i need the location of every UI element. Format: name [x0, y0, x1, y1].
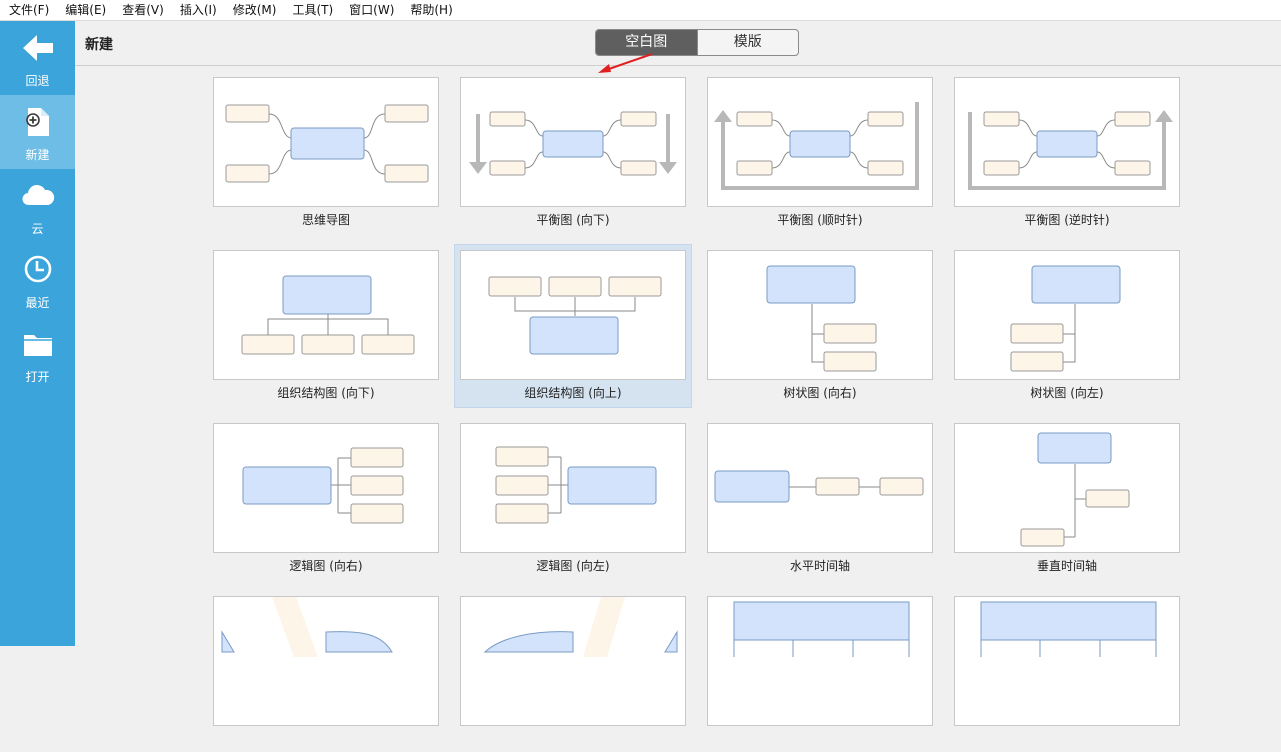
template-thumbnail: [460, 423, 686, 553]
header: 新建 空白图 模版: [75, 21, 1281, 66]
template-thumbnail: [707, 596, 933, 726]
menu-insert[interactable]: 插入(I): [171, 0, 224, 20]
template-thumbnail: [460, 596, 686, 726]
menu-tools[interactable]: 工具(T): [283, 0, 340, 20]
template-label: 水平时间轴: [789, 559, 850, 573]
template-card-mindmap[interactable]: 思维导图: [213, 77, 439, 233]
menu-view[interactable]: 查看(V): [113, 0, 171, 20]
template-label: 树状图 (向左): [1030, 386, 1104, 400]
template-card-logic-right[interactable]: 逻辑图 (向右): [213, 423, 439, 579]
sidebar-item-back[interactable]: 回退: [0, 21, 75, 95]
template-card-balance-down[interactable]: 平衡图 (向下): [460, 77, 686, 233]
template-card-matrix-a[interactable]: [707, 596, 933, 752]
template-card-org-down[interactable]: 组织结构图 (向下): [213, 250, 439, 406]
back-arrow-icon: [23, 35, 53, 61]
template-thumbnail: [707, 423, 933, 553]
template-card-tree-right[interactable]: 树状图 (向右): [707, 250, 933, 406]
template-label: 组织结构图 (向上): [524, 386, 622, 400]
template-label: 垂直时间轴: [1036, 559, 1097, 573]
annotation-arrow-icon: [598, 53, 653, 73]
template-thumbnail: [460, 77, 686, 207]
template-thumbnail: [213, 423, 439, 553]
template-card-balance-counterclockwise[interactable]: 平衡图 (逆时针): [954, 77, 1180, 233]
sidebar-item-label: 新建: [25, 148, 50, 162]
page-title: 新建: [85, 37, 113, 53]
template-thumbnail: [213, 596, 439, 726]
menu-file[interactable]: 文件(F): [0, 0, 56, 20]
sidebar-item-new[interactable]: 新建: [0, 95, 75, 169]
sidebar-item-label: 回退: [25, 74, 50, 88]
template-label: 逻辑图 (向右): [289, 559, 363, 573]
template-label: 平衡图 (逆时针): [1024, 213, 1110, 227]
template-thumbnail: [954, 77, 1180, 207]
template-thumbnail: [213, 250, 439, 380]
template-card-fishbone-left[interactable]: [460, 596, 686, 752]
template-card-matrix-b[interactable]: [954, 596, 1180, 752]
template-label: 树状图 (向右): [783, 386, 857, 400]
sidebar-item-open[interactable]: 打开: [0, 317, 75, 391]
menu-modify[interactable]: 修改(M): [224, 0, 284, 20]
template-thumbnail: [954, 423, 1180, 553]
template-card-logic-left[interactable]: 逻辑图 (向左): [460, 423, 686, 579]
template-label: 逻辑图 (向左): [536, 559, 610, 573]
template-label: 思维导图: [301, 213, 350, 227]
template-thumbnail: [213, 77, 439, 207]
new-document-icon: [26, 108, 49, 136]
template-thumbnail: [707, 250, 933, 380]
menu-help[interactable]: 帮助(H): [401, 0, 459, 20]
clock-icon: [24, 255, 52, 283]
template-thumbnail: [954, 250, 1180, 380]
template-thumbnail: [460, 250, 686, 380]
template-card-vertical-timeline[interactable]: 垂直时间轴: [954, 423, 1180, 579]
template-thumbnail: [707, 77, 933, 207]
template-thumbnail: [954, 596, 1180, 726]
sidebar-item-label: 云: [31, 222, 44, 236]
sidebar-item-label: 打开: [25, 370, 50, 384]
folder-icon: [24, 335, 52, 356]
template-card-balance-clockwise[interactable]: 平衡图 (顺时针): [707, 77, 933, 233]
sidebar: 回退 新建 云 最近 打开: [0, 21, 75, 646]
template-card-fishbone-right[interactable]: [213, 596, 439, 752]
sidebar-item-label: 最近: [25, 296, 50, 310]
cloud-icon: [22, 185, 55, 206]
template-card-org-up[interactable]: 组织结构图 (向上): [454, 244, 692, 408]
menu-window[interactable]: 窗口(W): [340, 0, 401, 20]
tab-template[interactable]: 模版: [696, 30, 799, 55]
template-card-tree-left[interactable]: 树状图 (向左): [954, 250, 1180, 406]
sidebar-item-cloud[interactable]: 云: [0, 169, 75, 243]
menu-edit[interactable]: 编辑(E): [56, 0, 113, 20]
sidebar-item-recent[interactable]: 最近: [0, 243, 75, 317]
template-label: 平衡图 (顺时针): [777, 213, 863, 227]
template-card-horizontal-timeline[interactable]: 水平时间轴: [707, 423, 933, 579]
template-label: 平衡图 (向下): [536, 213, 610, 227]
menu-bar: 文件(F) 编辑(E) 查看(V) 插入(I) 修改(M) 工具(T) 窗口(W…: [0, 0, 1281, 21]
template-label: 组织结构图 (向下): [277, 386, 375, 400]
